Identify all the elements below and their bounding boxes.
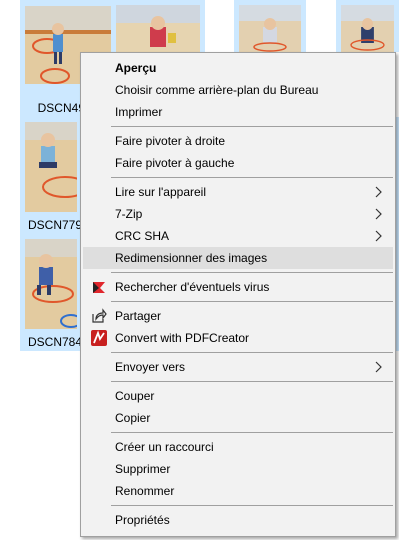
pdfcreator-icon (91, 330, 107, 346)
chevron-right-icon (375, 186, 382, 198)
menu-separator (111, 272, 393, 273)
menu-separator (111, 126, 393, 127)
menu-separator (111, 352, 393, 353)
menu-item-label: Faire pivoter à gauche (115, 156, 235, 170)
menu-item-label: Copier (115, 411, 151, 425)
thumbnail-caption: DSCN7849 (28, 335, 82, 349)
menu-item-pdfcreator[interactable]: Convert with PDFCreator (83, 327, 393, 349)
menu-item-properties[interactable]: Propriétés (83, 509, 393, 531)
menu-item-label: Envoyer vers (115, 360, 186, 374)
menu-item-label: Redimensionner des images (115, 251, 268, 265)
thumbnail-item[interactable] (336, 0, 399, 52)
thumbnail-photo (116, 5, 200, 52)
explorer-window: DSCN4983 DSCN779 DSCN784 Aperçu Choisir … (0, 0, 399, 540)
menu-item-rotate-right[interactable]: Faire pivoter à droite (83, 130, 393, 152)
menu-separator (111, 432, 393, 433)
menu-item-label: Propriétés (115, 513, 170, 527)
menu-item-label: Imprimer (115, 105, 163, 119)
menu-item-label: Couper (115, 389, 155, 403)
chevron-right-icon (375, 361, 382, 373)
menu-item-print[interactable]: Imprimer (83, 101, 393, 123)
share-icon (92, 308, 107, 323)
menu-item-share[interactable]: Partager (83, 305, 393, 327)
menu-item-label: Choisir comme arrière-plan du Bureau (115, 83, 319, 97)
menu-item-label: Lire sur l'appareil (115, 185, 207, 199)
kaspersky-icon (93, 282, 105, 293)
menu-item-cut[interactable]: Couper (83, 385, 393, 407)
menu-item-virus-scan[interactable]: Rechercher d'éventuels virus (83, 276, 393, 298)
menu-item-delete[interactable]: Supprimer (83, 458, 393, 480)
menu-item-crc-sha[interactable]: CRC SHA (83, 225, 393, 247)
menu-item-label: Faire pivoter à droite (115, 134, 226, 148)
menu-item-copy[interactable]: Copier (83, 407, 393, 429)
menu-item-label: Convert with PDFCreator (115, 331, 250, 345)
chevron-right-icon (375, 208, 382, 220)
menu-separator (111, 381, 393, 382)
menu-item-apercu[interactable]: Aperçu (83, 57, 393, 79)
menu-item-resize-images[interactable]: Redimensionner des images (83, 247, 393, 269)
thumbnail-item[interactable] (111, 0, 205, 52)
context-menu: Aperçu Choisir comme arrière-plan du Bur… (80, 52, 396, 537)
menu-separator (111, 301, 393, 302)
menu-item-play-on-device[interactable]: Lire sur l'appareil (83, 181, 393, 203)
thumbnail-item[interactable] (234, 0, 306, 52)
thumbnail-photo (25, 239, 77, 329)
menu-item-label: Partager (115, 309, 162, 323)
menu-item-label: Supprimer (115, 462, 171, 476)
thumbnail-photo (25, 122, 77, 212)
thumbnail-item[interactable]: DSCN7799 (20, 117, 82, 234)
chevron-right-icon (375, 230, 382, 242)
menu-item-label: 7-Zip (115, 207, 143, 221)
menu-item-label: CRC SHA (115, 229, 170, 243)
thumbnail-caption: DSCN7799 (28, 218, 82, 232)
menu-item-send-to[interactable]: Envoyer vers (83, 356, 393, 378)
menu-item-create-shortcut[interactable]: Créer un raccourci (83, 436, 393, 458)
menu-item-label: Renommer (115, 484, 175, 498)
thumbnail-photo (341, 5, 394, 52)
menu-separator (111, 505, 393, 506)
thumbnail-photo (239, 5, 301, 52)
menu-item-label: Créer un raccourci (115, 440, 214, 454)
menu-item-7zip[interactable]: 7-Zip (83, 203, 393, 225)
menu-item-label: Rechercher d'éventuels virus (115, 280, 270, 294)
thumbnail-item[interactable]: DSCN7849 (20, 234, 82, 351)
menu-separator (111, 177, 393, 178)
menu-item-rotate-left[interactable]: Faire pivoter à gauche (83, 152, 393, 174)
menu-item-rename[interactable]: Renommer (83, 480, 393, 502)
menu-item-label: Aperçu (115, 61, 157, 75)
menu-item-set-desktop-background[interactable]: Choisir comme arrière-plan du Bureau (83, 79, 393, 101)
